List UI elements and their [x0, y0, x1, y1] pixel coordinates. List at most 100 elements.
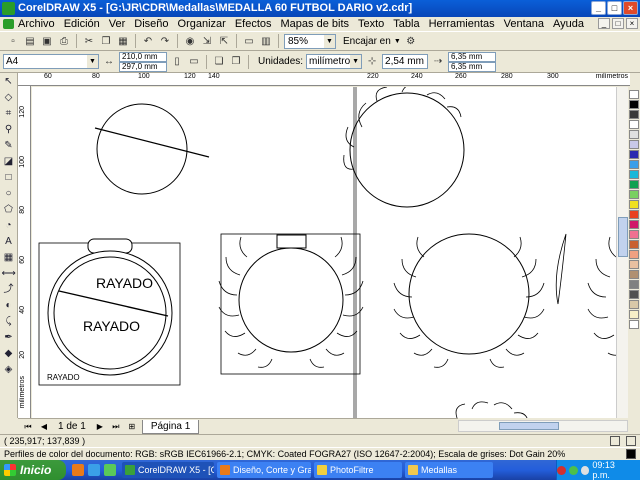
menu-texto[interactable]: Texto — [358, 18, 384, 30]
vertical-ruler[interactable]: 120 100 80 60 40 20 milímetros — [18, 86, 31, 418]
palette-swatch[interactable] — [629, 190, 639, 199]
palette-swatch[interactable] — [629, 140, 639, 149]
redo-icon[interactable]: ↷ — [158, 34, 172, 48]
all-pages-icon[interactable]: ❏ — [212, 55, 226, 69]
palette-swatch[interactable] — [629, 320, 639, 329]
ie-icon[interactable] — [88, 464, 100, 476]
doc-close-button[interactable]: × — [626, 18, 638, 29]
maximize-button[interactable]: □ — [607, 1, 622, 15]
page-width-field[interactable]: 210,0 mm — [119, 51, 167, 62]
palette-swatch[interactable] — [629, 280, 639, 289]
palette-swatch[interactable] — [629, 290, 639, 299]
palette-swatch[interactable] — [629, 110, 639, 119]
eyedropper-tool-icon[interactable]: ⤹ — [2, 315, 16, 328]
portrait-icon[interactable]: ▯ — [170, 55, 184, 69]
palette-swatch[interactable] — [629, 300, 639, 309]
network-tray-icon[interactable] — [568, 465, 578, 475]
current-page-icon[interactable]: ❐ — [229, 55, 243, 69]
import-icon[interactable]: ⇲ — [200, 34, 214, 48]
palette-swatch[interactable] — [629, 310, 639, 319]
outline-indicator-icon[interactable] — [626, 436, 636, 446]
antivirus-tray-icon[interactable] — [557, 465, 566, 475]
volume-tray-icon[interactable] — [580, 465, 590, 475]
menu-ayuda[interactable]: Ayuda — [553, 18, 584, 30]
fill-tool-icon[interactable]: ◆ — [2, 347, 16, 360]
menu-organizar[interactable]: Organizar — [178, 18, 226, 30]
export-icon[interactable]: ⇱ — [217, 34, 231, 48]
welcome-screen-icon[interactable]: ▥ — [259, 34, 273, 48]
page-size-select[interactable]: A4 ▼ — [3, 54, 99, 69]
start-button[interactable]: Inicio — [0, 460, 66, 480]
fill-indicator-icon[interactable] — [610, 436, 620, 446]
connector-tool-icon[interactable]: ⤴ — [2, 283, 16, 296]
rectangle-tool-icon[interactable]: □ — [2, 171, 16, 184]
vertical-scrollbar[interactable] — [616, 87, 628, 418]
task-medallas-folder[interactable]: Medallas — [405, 462, 493, 478]
menu-ver[interactable]: Ver — [109, 18, 126, 30]
outline-tool-icon[interactable]: ✒ — [2, 331, 16, 344]
palette-swatch[interactable] — [629, 230, 639, 239]
open-icon[interactable]: ▤ — [23, 34, 37, 48]
document-menu-icon[interactable] — [3, 19, 14, 29]
doc-restore-button[interactable]: □ — [612, 18, 624, 29]
close-button[interactable]: × — [623, 1, 638, 15]
drawing-canvas[interactable]: RAYADO RAYADO RAYADO — [32, 87, 628, 418]
tab-page-1[interactable]: Página 1 — [141, 419, 200, 434]
palette-swatch[interactable] — [629, 100, 639, 109]
task-browser[interactable]: Diseño, Corte y Grab... — [217, 462, 311, 478]
add-page-icon[interactable]: ⊞ — [126, 421, 138, 433]
cut-icon[interactable]: ✂ — [82, 34, 96, 48]
next-page-icon[interactable]: ▶ — [94, 421, 106, 433]
menu-mapas-de-bits[interactable]: Mapas de bits — [281, 18, 349, 30]
shape-tool-icon[interactable]: ◇ — [2, 91, 16, 104]
palette-swatch[interactable] — [629, 250, 639, 259]
dimension-tool-icon[interactable]: ⟷ — [2, 267, 16, 280]
palette-swatch[interactable] — [629, 90, 639, 99]
horizontal-scroll-thumb[interactable] — [499, 422, 559, 430]
search-content-icon[interactable]: ◉ — [183, 34, 197, 48]
first-page-icon[interactable]: ⏮ — [22, 421, 34, 433]
clock[interactable]: 09:13 p.m. — [592, 460, 634, 480]
zoom-level-select[interactable]: 85% ▼ — [284, 33, 336, 49]
paste-icon[interactable]: ▦ — [116, 34, 130, 48]
palette-swatch[interactable] — [629, 150, 639, 159]
new-icon[interactable]: ▫ — [6, 34, 20, 48]
palette-swatch[interactable] — [629, 170, 639, 179]
units-select[interactable]: milímetros ▼ — [306, 54, 363, 69]
menu-herramientas[interactable]: Herramientas — [429, 18, 495, 30]
palette-swatch[interactable] — [629, 180, 639, 189]
menu-edicion[interactable]: Edición — [64, 18, 100, 30]
application-launcher-icon[interactable]: ▭ — [242, 34, 256, 48]
polygon-tool-icon[interactable]: ⬠ — [2, 203, 16, 216]
horizontal-ruler[interactable]: 60 80 100 120 140 220 240 260 280 300 mi… — [18, 73, 630, 86]
ellipse-tool-icon[interactable]: ○ — [2, 187, 16, 200]
text-tool-icon[interactable]: A — [2, 235, 16, 248]
palette-swatch[interactable] — [629, 220, 639, 229]
page-height-field[interactable]: 297,0 mm — [119, 61, 167, 72]
menu-ventana[interactable]: Ventana — [504, 18, 544, 30]
vertical-scroll-thumb[interactable] — [618, 217, 628, 257]
duplicate-x-field[interactable]: 6,35 mm — [448, 51, 497, 62]
options-icon[interactable]: ⚙ — [404, 34, 418, 48]
undo-icon[interactable]: ↶ — [141, 34, 155, 48]
table-tool-icon[interactable]: ▦ — [2, 251, 16, 264]
horizontal-scrollbar[interactable] — [458, 420, 628, 432]
firefox-icon[interactable] — [72, 464, 84, 476]
outline-color-swatch-icon[interactable] — [626, 449, 636, 459]
palette-swatch[interactable] — [629, 120, 639, 129]
doc-minimize-button[interactable]: _ — [598, 18, 610, 29]
freehand-tool-icon[interactable]: ✎ — [2, 139, 16, 152]
zoom-tool-icon[interactable]: ⚲ — [2, 123, 16, 136]
palette-swatch[interactable] — [629, 200, 639, 209]
show-desktop-icon[interactable] — [104, 464, 116, 476]
palette-swatch[interactable] — [629, 160, 639, 169]
crop-tool-icon[interactable]: ⌗ — [2, 107, 16, 120]
menu-archivo[interactable]: Archivo — [18, 18, 55, 30]
minimize-button[interactable]: _ — [591, 1, 606, 15]
menu-efectos[interactable]: Efectos — [235, 18, 272, 30]
interactive-fill-tool-icon[interactable]: ◈ — [2, 363, 16, 376]
menu-diseno[interactable]: Diseño — [134, 18, 168, 30]
palette-swatch[interactable] — [629, 270, 639, 279]
color-profile-info[interactable]: Perfiles de color del documento: RGB: sR… — [4, 449, 565, 459]
palette-swatch[interactable] — [629, 240, 639, 249]
